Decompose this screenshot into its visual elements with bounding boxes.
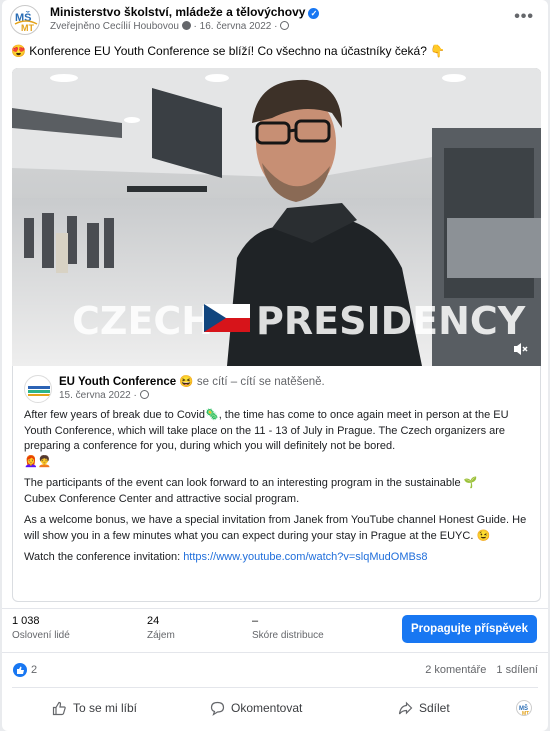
globe-icon	[139, 390, 149, 399]
verified-icon: ✓	[308, 8, 320, 19]
published-by: Zveřejněno Cecílií Houbovou	[50, 21, 179, 32]
svg-text:MT: MT	[21, 23, 34, 33]
czech-flag-icon	[204, 304, 250, 332]
divider	[12, 687, 538, 688]
post-text: 😍 Konference EU Youth Conference se blíž…	[11, 44, 445, 58]
thumbs-up-icon	[52, 701, 66, 715]
post-header: MŠ MT Ministerstvo školství, mládeže a t…	[2, 0, 548, 40]
paragraph-2-part-b: Cubex Conference Center and attractive s…	[24, 492, 300, 505]
globe-icon	[280, 21, 290, 30]
video-player[interactable]: CZECH PRESIDENCY BOOTH	[12, 68, 541, 366]
like-reaction-icon[interactable]	[13, 663, 27, 677]
shared-page-name[interactable]: EU Youth Conference	[59, 376, 176, 388]
post-meta: Zveřejněno Cecílií Houbovou · 16. června…	[50, 21, 290, 32]
video-overlay-left: CZECH	[72, 299, 213, 343]
shared-post-author: EU Youth Conference 😆 se cítí – cítí se …	[59, 374, 325, 388]
comment-icon	[210, 701, 225, 716]
more-options-button[interactable]: •••	[514, 8, 534, 26]
post-as-avatar[interactable]: MŠ MT	[516, 700, 532, 716]
page-name[interactable]: Ministerstvo školství, mládeže a tělovýc…	[50, 5, 320, 19]
share-icon	[398, 701, 413, 714]
shared-post[interactable]: EU Youth Conference 😆 se cítí – cítí se …	[12, 366, 541, 602]
promote-post-button[interactable]: Propagujte příspěvek	[402, 615, 537, 643]
share-label: Sdílet	[419, 701, 450, 715]
comment-label: Okomentovat	[231, 701, 303, 715]
reactions-bar: 2 2 komentáře 1 sdílení	[2, 660, 548, 680]
feeling-text: se cítí – cítí se natěšeně.	[196, 376, 325, 388]
stat-engagement[interactable]: 24 Zájem	[147, 615, 175, 641]
shared-post-date[interactable]: 15. června 2022	[59, 390, 131, 401]
paragraph-1-part-a: After few years of break due to Covid	[24, 409, 205, 421]
page-name-text[interactable]: Ministerstvo školství, mládeže a tělovýc…	[50, 5, 305, 19]
people-emoji-icon: 👩‍🦰🧑‍🦱	[24, 455, 52, 468]
shared-post-meta: 15. června 2022 ·	[59, 390, 149, 401]
video-frame: CZECH PRESIDENCY BOOTH	[12, 68, 541, 366]
post-date[interactable]: 16. června 2022	[200, 21, 272, 32]
post-card: MŠ MT Ministerstvo školství, mládeže a t…	[2, 0, 548, 731]
microbe-emoji-icon: 🦠	[204, 409, 219, 421]
paragraph-4-text: Watch the conference invitation:	[24, 551, 181, 563]
seedling-emoji-icon: 🌱	[463, 477, 478, 489]
pointing-hand-emoji-icon: 👇	[430, 44, 446, 58]
stat-engagement-value: 24	[147, 615, 160, 627]
shares-count[interactable]: 1 sdílení	[496, 664, 538, 676]
paragraph-2: The participants of the event can look f…	[24, 476, 534, 507]
svg-text:MT: MT	[522, 711, 529, 716]
reaction-count[interactable]: 2	[31, 664, 37, 676]
stat-reach[interactable]: 1 038 Oslovení lidé	[12, 615, 70, 641]
paragraph-1: After few years of break due to Covid🦠, …	[24, 408, 534, 470]
engagement-counts: 2 komentáře 1 sdílení	[425, 664, 538, 676]
paragraph-3-text: As a welcome bonus, we have a special in…	[24, 514, 527, 542]
video-overlay-right: PRESIDENCY BOOTH	[256, 299, 541, 343]
stat-distribution-value: –	[252, 615, 259, 627]
youtube-link[interactable]: https://www.youtube.com/watch?v=slqMudOM…	[183, 551, 427, 563]
paragraph-4: Watch the conference invitation: https:/…	[24, 550, 534, 566]
share-button[interactable]: Sdílet	[398, 697, 450, 719]
heart-eyes-emoji-icon: 😍	[11, 44, 26, 58]
comments-count[interactable]: 2 komentáře	[425, 664, 486, 676]
excited-emoji-icon: 😆	[179, 376, 194, 388]
post-text-content: Konference EU Youth Conference se blíží!…	[29, 44, 427, 58]
stat-distribution-label: Skóre distribuce	[252, 630, 324, 641]
stat-reach-label: Oslovení lidé	[12, 630, 70, 641]
info-icon	[181, 21, 191, 30]
smile-emoji-icon: 😉	[476, 529, 491, 542]
like-label: To se mi líbí	[73, 701, 138, 715]
page-avatar[interactable]: MŠ MT	[10, 5, 40, 35]
mute-icon[interactable]	[513, 342, 529, 356]
shared-page-avatar[interactable]	[24, 375, 52, 403]
stat-distribution[interactable]: – Skóre distribuce	[252, 615, 324, 641]
divider	[2, 652, 548, 653]
stat-engagement-label: Zájem	[147, 630, 175, 641]
insights-bar: 1 038 Oslovení lidé 24 Zájem – Skóre dis…	[2, 608, 548, 646]
paragraph-3: As a welcome bonus, we have a special in…	[24, 513, 534, 544]
stat-reach-value: 1 038	[12, 615, 40, 627]
action-bar: To se mi líbí Okomentovat Sdílet MŠ MT	[2, 693, 548, 723]
like-button[interactable]: To se mi líbí	[52, 697, 137, 719]
comment-button[interactable]: Okomentovat	[210, 697, 302, 719]
shared-post-body: After few years of break due to Covid🦠, …	[24, 408, 534, 572]
paragraph-2-part-a: The participants of the event can look f…	[24, 477, 461, 489]
